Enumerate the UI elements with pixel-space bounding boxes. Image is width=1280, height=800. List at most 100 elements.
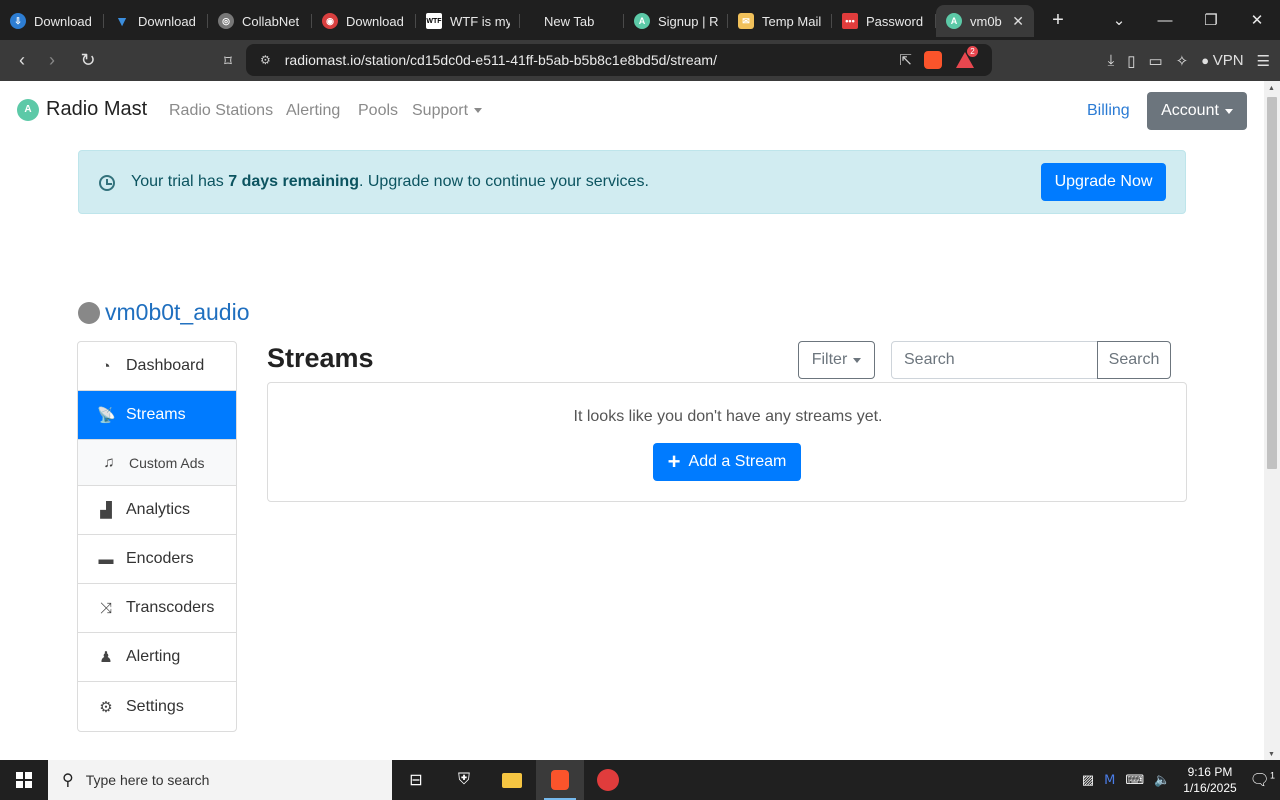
browser-tab[interactable]: ◎ CollabNet (208, 5, 312, 37)
web-page: A Radio Mast Radio Stations Alerting Poo… (0, 81, 1264, 760)
browser-tab[interactable]: ⇩ Download (0, 5, 104, 37)
page-scrollbar[interactable]: ▲ ▼ (1264, 81, 1280, 760)
notification-count: 1 (1269, 770, 1275, 781)
reload-button[interactable]: ↻ (73, 50, 103, 71)
leo-ai-icon[interactable]: ✧ (1176, 52, 1189, 70)
address-bar[interactable]: ⚙ radiomast.io/station/cd15dc0d-e511-41f… (246, 44, 992, 76)
plus-icon: + (667, 449, 681, 474)
sidebar-item-settings[interactable]: ⚙ Settings (78, 682, 236, 731)
account-dropdown-button[interactable]: Account (1147, 92, 1247, 130)
brave-rewards-icon[interactable]: 2 (956, 46, 978, 68)
trial-message-suffix: . Upgrade now to continue your services. (358, 173, 649, 190)
filter-dropdown-button[interactable]: Filter (798, 341, 875, 379)
sidebar-item-label: Dashboard (126, 357, 205, 374)
gear-icon: ⚙ (99, 698, 113, 716)
volume-icon[interactable]: 🔈 (1154, 772, 1170, 788)
dashboard-icon: ◔ (101, 357, 111, 375)
new-tab-button[interactable]: + (1046, 9, 1070, 32)
forward-button[interactable]: › (37, 50, 67, 71)
tab-favicon-icon: ◉ (322, 13, 338, 29)
sidebar-item-encoders[interactable]: ▬ Encoders (78, 535, 236, 584)
menu-icon[interactable]: ☰ (1257, 52, 1270, 70)
site-info-icon[interactable]: ⚙ (260, 53, 271, 67)
browser-tab[interactable]: WTF WTF is my (416, 5, 520, 37)
browser-tab-bar: ⇩ Download ▼ Download ◎ CollabNet ◉ Download… (0, 0, 1280, 40)
notification-center-icon[interactable]: 🗨1 (1250, 770, 1275, 790)
scroll-up-arrow-icon[interactable]: ▲ (1268, 85, 1275, 92)
filter-label: Filter (811, 351, 848, 368)
browser-tab[interactable]: ✉ Temp Mail (728, 5, 832, 37)
brave-browser-icon[interactable] (536, 760, 584, 800)
close-tab-icon[interactable]: ✕ (1012, 13, 1024, 30)
trial-alert: Your trial has 7 days remaining. Upgrade… (78, 150, 1186, 214)
add-stream-label: Add a Stream (688, 453, 787, 470)
nav-alerting[interactable]: Alerting (286, 102, 340, 120)
search-input[interactable] (891, 341, 1098, 379)
billing-link[interactable]: Billing (1087, 102, 1130, 120)
nav-support[interactable]: Support (412, 102, 483, 120)
station-name-link[interactable]: vm0b0t_audio (105, 299, 250, 326)
browser-tab[interactable]: ◉ Download (312, 5, 416, 37)
file-explorer-icon[interactable] (488, 760, 536, 800)
station-sidebar: ◔ Dashboard 📡 Streams ♫ Custom Ads ▟ Analyti… (77, 341, 237, 732)
brave-shields-icon[interactable] (924, 51, 942, 69)
vpn-button[interactable]: ● VPN (1201, 52, 1243, 69)
scroll-down-arrow-icon[interactable]: ▼ (1268, 751, 1275, 758)
scrollbar-thumb[interactable] (1267, 97, 1277, 469)
sidebar-toggle-icon[interactable]: ▯ (1127, 52, 1135, 70)
close-window-button[interactable]: ✕ (1234, 11, 1280, 29)
share-icon[interactable]: ⇱ (899, 51, 912, 69)
sidebar-item-custom-ads[interactable]: ♫ Custom Ads (78, 440, 236, 486)
radio-mast-logo-icon[interactable]: A (17, 99, 39, 121)
laptop-icon: ▬ (98, 550, 114, 568)
malwarebytes-icon[interactable]: Ⅿ (1104, 772, 1115, 788)
tray-app-icon[interactable]: ▨ (1082, 772, 1094, 788)
sidebar-item-dashboard[interactable]: ◔ Dashboard (78, 342, 236, 391)
browser-tab[interactable]: ▼ Download (104, 5, 208, 37)
search-icon: ⚲ (62, 772, 74, 789)
browser-tab[interactable]: New Tab (520, 5, 624, 37)
brand-name[interactable]: Radio Mast (46, 98, 147, 121)
restore-button[interactable]: ❐ (1188, 11, 1234, 29)
chevron-down-icon (853, 357, 862, 363)
nav-radio-stations[interactable]: Radio Stations (169, 102, 273, 120)
add-stream-button[interactable]: + Add a Stream (653, 443, 801, 481)
chevron-down-icon (1224, 108, 1233, 114)
sidebar-item-label: Settings (126, 697, 184, 715)
upgrade-now-button[interactable]: Upgrade Now (1041, 163, 1166, 201)
network-icon[interactable]: ⌨ (1125, 772, 1144, 788)
taskbar-clock[interactable]: 9:16 PM 1/16/2025 (1183, 764, 1236, 796)
search-button[interactable]: Search (1097, 341, 1171, 379)
vpn-label: VPN (1212, 52, 1244, 69)
sidebar-item-label: Analytics (126, 501, 191, 518)
streams-empty-card: It looks like you don't have any streams… (267, 382, 1187, 502)
recording-app-icon[interactable] (584, 760, 632, 800)
tab-favicon-icon: ••• (842, 13, 858, 29)
system-tray: ▨ Ⅿ ⌨ 🔈 9:16 PM 1/16/2025 🗨1 (1077, 764, 1280, 796)
sidebar-item-transcoders[interactable]: ⤨ Transcoders (78, 584, 236, 633)
minimize-button[interactable]: — (1142, 12, 1188, 29)
task-view-icon[interactable]: ⊟ (392, 760, 440, 800)
sidebar-item-analytics[interactable]: ▟ Analytics (78, 486, 236, 535)
page-title: Streams (267, 343, 374, 373)
url-text[interactable]: radiomast.io/station/cd15dc0d-e511-41ff-… (285, 52, 717, 68)
user-alert-icon: ♟ (99, 649, 113, 666)
rewards-badge: 2 (967, 46, 978, 57)
browser-tab[interactable]: A Signup | R (624, 5, 728, 37)
taskbar-search-box[interactable]: ⚲ Type here to search (48, 760, 392, 800)
sidebar-item-alerting[interactable]: ♟ Alerting (78, 633, 236, 682)
tab-favicon-icon: ◎ (218, 13, 234, 29)
tab-search-chevron-icon[interactable]: ⌄ (1096, 11, 1142, 29)
download-icon[interactable]: ⤓ (1108, 52, 1115, 69)
back-button[interactable]: ‹ (7, 50, 37, 71)
browser-tab-active[interactable]: Avm0b ✕ (936, 5, 1034, 37)
start-button[interactable] (0, 760, 48, 800)
account-label: Account (1161, 102, 1219, 119)
bookmark-icon[interactable]: ⌑ (213, 52, 243, 70)
nav-pools[interactable]: Pools (358, 102, 398, 120)
sidebar-item-streams[interactable]: 📡 Streams (78, 391, 236, 440)
browser-tab[interactable]: ••• Password (832, 5, 936, 37)
chevron-down-icon (474, 108, 483, 114)
wallet-icon[interactable]: ▭ (1148, 52, 1162, 70)
security-shield-icon[interactable]: ⛨ (440, 760, 488, 800)
